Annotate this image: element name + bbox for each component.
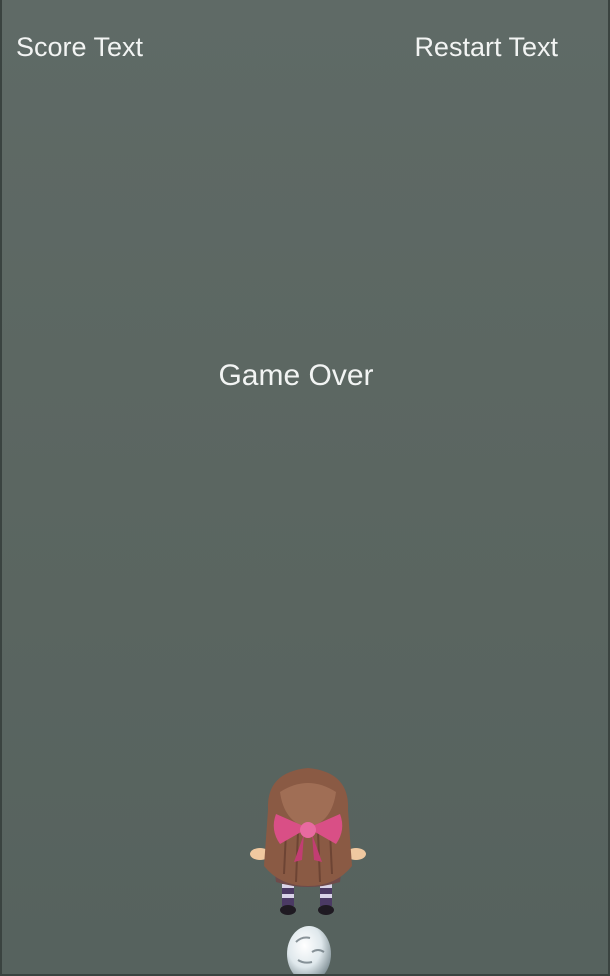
score-text: Score Text bbox=[16, 32, 144, 62]
restart-button[interactable]: Restart Text bbox=[414, 34, 558, 61]
player-character bbox=[250, 768, 366, 915]
game-canvas[interactable]: Score Text Restart Text Game Over bbox=[0, 0, 610, 976]
egg-obstacle bbox=[287, 926, 331, 974]
game-over-text: Game Over bbox=[218, 359, 374, 392]
